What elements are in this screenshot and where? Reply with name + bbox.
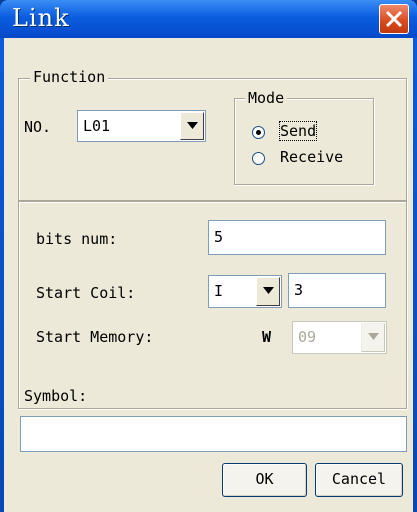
start-memory-dropdown[interactable] (361, 323, 385, 352)
start-memory-select[interactable]: 09 (292, 321, 387, 354)
close-x-icon (385, 10, 403, 28)
window-title: Link (12, 4, 70, 32)
send-radio[interactable] (252, 126, 265, 139)
close-button[interactable] (379, 4, 409, 34)
bits-num-input[interactable]: 5 (208, 220, 386, 255)
no-select-value: L01 (83, 117, 111, 135)
link-dialog: Link Function NO. L01 Mode Send Receive … (0, 0, 417, 512)
dialog-body: Function NO. L01 Mode Send Receive bits … (4, 38, 413, 512)
no-label: NO. (24, 118, 52, 136)
dropdown-arrow-icon (187, 122, 198, 129)
cancel-button[interactable]: Cancel (315, 463, 403, 497)
no-select[interactable]: L01 (77, 110, 206, 142)
radio-selected-dot (256, 130, 261, 135)
symbol-input[interactable] (20, 416, 407, 452)
send-radio-label[interactable]: Send (278, 121, 318, 141)
title-bar[interactable]: Link (0, 0, 417, 38)
mode-group (234, 98, 374, 185)
start-coil-type-value: I (214, 282, 224, 300)
dropdown-arrow-icon (263, 287, 274, 294)
symbol-label: Symbol: (24, 387, 88, 405)
start-memory-label: Start Memory: (36, 328, 154, 346)
start-memory-value: 09 (298, 328, 317, 346)
start-memory-type: W (262, 328, 272, 346)
function-group-legend: Function (30, 69, 109, 85)
start-coil-input[interactable]: 3 (288, 273, 386, 308)
bits-num-label: bits num: (36, 230, 118, 248)
receive-radio[interactable] (252, 152, 265, 165)
start-coil-label: Start Coil: (36, 284, 136, 302)
ok-button[interactable]: OK (222, 463, 307, 497)
mode-group-legend: Mode (245, 90, 288, 106)
no-dropdown-button[interactable] (180, 112, 204, 140)
start-coil-type-select[interactable]: I (208, 275, 282, 308)
receive-radio-label[interactable]: Receive (280, 148, 343, 166)
dropdown-arrow-icon (368, 333, 379, 340)
start-coil-type-dropdown[interactable] (256, 277, 280, 306)
